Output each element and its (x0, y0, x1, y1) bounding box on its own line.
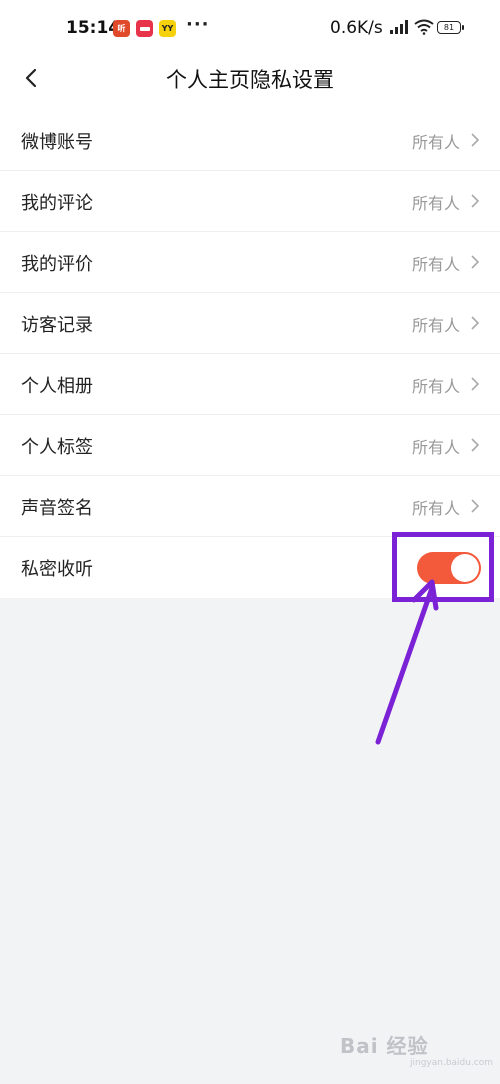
setting-label: 我的评价 (21, 254, 93, 275)
network-speed: 0.6K/s (330, 18, 383, 38)
setting-label: 微博账号 (21, 132, 93, 153)
status-bar: 15:14 听 YY ··· 0.6K/s 81 (0, 0, 500, 58)
chevron-right-icon (471, 438, 480, 452)
setting-row-voice-signature[interactable]: 声音签名 所有人 (0, 476, 500, 537)
watermark-url: jingyan.baidu.com (410, 1058, 494, 1068)
chevron-right-icon (471, 255, 480, 269)
app-icon-3: YY (159, 20, 176, 37)
setting-value: 所有人 (411, 194, 460, 213)
setting-value: 所有人 (411, 438, 460, 457)
setting-label: 个人相册 (21, 376, 93, 397)
setting-value: 所有人 (411, 377, 460, 396)
setting-label: 个人标签 (21, 437, 93, 458)
setting-label: 我的评论 (21, 193, 93, 214)
app-icon-1: 听 (113, 20, 130, 37)
setting-label: 私密收听 (21, 559, 93, 580)
setting-value: 所有人 (411, 255, 460, 274)
signal-icon (390, 20, 408, 34)
settings-list: 微博账号 所有人 我的评论 所有人 我的评价 所有人 访客记录 所有人 个人相册… (0, 110, 500, 598)
setting-value: 所有人 (411, 316, 460, 335)
status-time: 15:14 (66, 18, 121, 38)
chevron-right-icon (471, 133, 480, 147)
setting-row-personal-album[interactable]: 个人相册 所有人 (0, 354, 500, 415)
page-title: 个人主页隐私设置 (166, 68, 334, 92)
chevron-right-icon (471, 499, 480, 513)
setting-row-visitor-records[interactable]: 访客记录 所有人 (0, 293, 500, 354)
wifi-icon (414, 19, 434, 35)
more-notifications-icon: ··· (186, 14, 210, 35)
battery-icon: 81 (437, 21, 464, 34)
setting-label: 声音签名 (21, 498, 93, 519)
setting-row-weibo-account[interactable]: 微博账号 所有人 (0, 110, 500, 171)
setting-row-personal-tags[interactable]: 个人标签 所有人 (0, 415, 500, 476)
setting-label: 访客记录 (21, 315, 93, 336)
app-icon-2 (136, 20, 153, 37)
settings-panel: 15:14 听 YY ··· 0.6K/s 81 个人主页隐私设置 微博账号 所… (0, 0, 500, 598)
watermark-logo: Bai 经验 (340, 1034, 429, 1058)
setting-row-my-comments[interactable]: 我的评论 所有人 (0, 171, 500, 232)
chevron-right-icon (471, 194, 480, 208)
toggle-knob (451, 554, 479, 582)
nav-bar: 个人主页隐私设置 (0, 58, 500, 102)
annotation-arrow-icon (375, 579, 439, 745)
setting-row-my-reviews[interactable]: 我的评价 所有人 (0, 232, 500, 293)
setting-value: 所有人 (411, 499, 460, 518)
chevron-right-icon (471, 316, 480, 330)
setting-value: 所有人 (411, 133, 460, 152)
chevron-right-icon (471, 377, 480, 391)
